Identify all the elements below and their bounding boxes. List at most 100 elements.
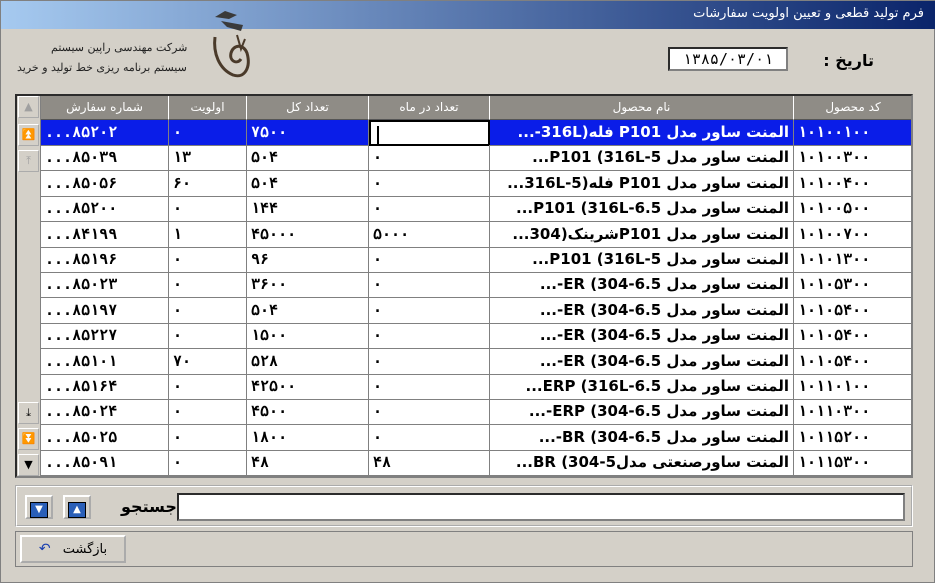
- cell-product-name[interactable]: المنت ساور مدل P101 فله(316L-5...: [490, 170, 794, 197]
- cell-order-no[interactable]: ...۸۴۱۹۹: [41, 221, 169, 248]
- cell-product-name[interactable]: المنت ساورصنعتی مدلBR (304-5...: [490, 450, 794, 476]
- cell-total-qty[interactable]: ۱۴۴: [247, 196, 369, 223]
- table-row[interactable]: ...۸۵۱۶۴ ۰ ۴۲۵۰۰ ۰ المنت ساور مدل ERP (316L-…: [41, 374, 911, 400]
- cell-priority[interactable]: ۰: [169, 196, 247, 223]
- cell-priority[interactable]: ۰: [169, 297, 247, 324]
- back-button[interactable]: ↶ بازگشت: [20, 535, 126, 563]
- table-row[interactable]: ...۸۴۱۹۹ ۱ ۴۵۰۰۰ ۵۰۰۰ المنت ساور مدل P101شری…: [41, 221, 911, 248]
- cell-order-no[interactable]: ...۸۵۲۰۰: [41, 196, 169, 223]
- page-down-icon[interactable]: ⤓: [18, 402, 39, 424]
- cell-product-code[interactable]: ۱۰۱۱۵۳۰۰: [794, 450, 911, 476]
- cell-product-name[interactable]: المنت ساور مدل P101شرینک(304...: [490, 221, 794, 248]
- scroll-down-icon[interactable]: ▼: [18, 454, 39, 476]
- cell-monthly-qty[interactable]: ۰: [369, 272, 490, 299]
- cell-monthly-qty[interactable]: ۰: [369, 424, 490, 451]
- cell-total-qty[interactable]: ۳۶۰۰: [247, 272, 369, 299]
- cell-priority[interactable]: ۰: [169, 323, 247, 350]
- cell-monthly-qty[interactable]: ۰: [369, 323, 490, 350]
- cell-order-no[interactable]: ...۸۵۰۲۴: [41, 399, 169, 426]
- table-row[interactable]: ...۸۵۰۲۴ ۰ ۴۵۰۰ ۰ المنت ساور مدل ERP (304-6.…: [41, 399, 911, 426]
- cell-product-name[interactable]: المنت ساور مدل P101 (316L-6.5...: [490, 196, 794, 223]
- table-row[interactable]: ...۸۵۰۵۶ ۶۰ ۵۰۴ ۰ المنت ساور مدل P101 فله(31…: [41, 170, 911, 197]
- cell-product-name[interactable]: المنت ساور مدل ERP (316L-6.5...: [490, 374, 794, 400]
- cell-total-qty[interactable]: ۵۲۸: [247, 348, 369, 375]
- cell-priority[interactable]: ۰: [169, 399, 247, 426]
- header-product-name[interactable]: نام محصول: [490, 96, 794, 120]
- cell-order-no[interactable]: ...۸۵۲۲۷: [41, 323, 169, 350]
- table-row[interactable]: ...۸۵۱۹۶ ۰ ۹۶ ۰ المنت ساور مدل P101 (316L-5.…: [41, 247, 911, 273]
- last-record-icon[interactable]: ⏬: [18, 428, 39, 450]
- cell-order-no[interactable]: ...۸۵۰۹۱: [41, 450, 169, 476]
- table-row[interactable]: ...۸۵۰۲۵ ۰ ۱۸۰۰ ۰ المنت ساور مدل BR (304-6.5…: [41, 424, 911, 451]
- cell-product-code[interactable]: ۱۰۱۰۱۳۰۰: [794, 247, 911, 273]
- table-row[interactable]: ...۸۵۱۹۷ ۰ ۵۰۴ ۰ المنت ساور مدل ER (304-6.5-…: [41, 297, 911, 324]
- cell-monthly-qty[interactable]: ۰: [369, 399, 490, 426]
- cell-order-no[interactable]: ...۸۵۱۰۱: [41, 348, 169, 375]
- cell-product-name[interactable]: المنت ساور مدل P101 فله(316L-...: [490, 120, 794, 146]
- grid-vertical-scrollbar[interactable]: ▲ ⏫ ⤒ ⤓ ⏬ ▼: [17, 96, 41, 476]
- first-record-icon[interactable]: ⏫: [18, 124, 39, 146]
- prev-match-button[interactable]: ▲: [63, 495, 91, 519]
- cell-priority[interactable]: ۱: [169, 221, 247, 248]
- header-order-no[interactable]: شماره سفارش: [41, 96, 169, 120]
- cell-total-qty[interactable]: ۱۵۰۰: [247, 323, 369, 350]
- cell-product-code[interactable]: ۱۰۱۱۵۲۰۰: [794, 425, 911, 451]
- cell-monthly-qty[interactable]: ۰: [369, 196, 490, 223]
- cell-order-no[interactable]: ...۸۵۰۲۳: [41, 272, 169, 299]
- cell-priority[interactable]: ۷۰: [169, 348, 247, 375]
- cell-product-name[interactable]: المنت ساور مدل BR (304-6.5-...: [490, 424, 794, 451]
- cell-monthly-qty[interactable]: ۴۸: [369, 450, 490, 476]
- cell-total-qty[interactable]: ۴۵۰۰۰: [247, 221, 369, 248]
- cell-product-name[interactable]: المنت ساور مدل ER (304-6.5-...: [490, 297, 794, 324]
- cell-priority[interactable]: ۶۰: [169, 170, 247, 197]
- header-monthly-qty[interactable]: تعداد در ماه: [369, 96, 490, 120]
- cell-order-no[interactable]: ...۸۵۱۹۷: [41, 297, 169, 324]
- cell-monthly-qty[interactable]: ۰: [369, 247, 490, 273]
- cell-product-code[interactable]: ۱۰۱۰۵۴۰۰: [794, 349, 911, 375]
- cell-priority[interactable]: ۰: [169, 247, 247, 273]
- table-row[interactable]: ...۸۵۰۹۱ ۰ ۴۸ ۴۸ المنت ساورصنعتی مدلBR (304-…: [41, 450, 911, 476]
- cell-product-code[interactable]: ۱۰۱۱۰۳۰۰: [794, 399, 911, 426]
- cell-priority[interactable]: ۰: [169, 424, 247, 451]
- cell-total-qty[interactable]: ۱۸۰۰: [247, 424, 369, 451]
- cell-product-name[interactable]: المنت ساور مدل ER (304-6.5-...: [490, 348, 794, 375]
- cell-order-no[interactable]: ...۸۵۰۳۹: [41, 145, 169, 172]
- table-row[interactable]: ...۸۵۰۳۹ ۱۳ ۵۰۴ ۰ المنت ساور مدل P101 (316L-…: [41, 145, 911, 172]
- next-match-button[interactable]: ▼: [25, 495, 53, 519]
- cell-order-no[interactable]: ...۸۵۱۹۶: [41, 247, 169, 273]
- cell-order-no[interactable]: ...۸۵۱۶۴: [41, 374, 169, 400]
- table-row[interactable]: ...۸۵۲۲۷ ۰ ۱۵۰۰ ۰ المنت ساور مدل ER (304-6.5…: [41, 323, 911, 350]
- table-row[interactable]: ...۸۵۲۰۲ ۰ ۷۵۰۰ المنت ساور مدل P101 فله(316…: [41, 120, 911, 146]
- cell-monthly-qty[interactable]: ۵۰۰۰: [369, 221, 490, 248]
- cell-monthly-qty[interactable]: ۰: [369, 145, 490, 172]
- cell-product-code[interactable]: ۱۰۱۰۵۳۰۰: [794, 272, 911, 299]
- header-product-code[interactable]: کد محصول: [794, 96, 911, 120]
- cell-order-no[interactable]: ...۸۵۰۵۶: [41, 170, 169, 197]
- cell-product-code[interactable]: ۱۰۱۱۰۱۰۰: [794, 374, 911, 400]
- cell-priority[interactable]: ۰: [169, 120, 247, 146]
- cell-product-name[interactable]: المنت ساور مدل P101 (316L-5...: [490, 247, 794, 273]
- cell-product-name[interactable]: المنت ساور مدل ER (304-6.5-...: [490, 272, 794, 299]
- cell-priority[interactable]: ۱۳: [169, 145, 247, 172]
- cell-product-name[interactable]: المنت ساور مدل ER (304-6.5-...: [490, 323, 794, 350]
- cell-order-no[interactable]: ...۸۵۲۰۲: [41, 120, 169, 146]
- cell-total-qty[interactable]: ۴۲۵۰۰: [247, 374, 369, 400]
- search-input[interactable]: [177, 493, 905, 521]
- cell-monthly-qty[interactable]: ۰: [369, 374, 490, 400]
- header-total-qty[interactable]: تعداد کل: [247, 96, 369, 120]
- cell-priority[interactable]: ۰: [169, 450, 247, 476]
- cell-monthly-qty[interactable]: ۰: [369, 297, 490, 324]
- cell-total-qty[interactable]: ۴۵۰۰: [247, 399, 369, 426]
- header-priority[interactable]: اولویت: [169, 96, 247, 120]
- cell-product-code[interactable]: ۱۰۱۰۰۵۰۰: [794, 196, 911, 223]
- cell-product-name[interactable]: المنت ساور مدل P101 (316L-5...: [490, 145, 794, 172]
- page-up-icon[interactable]: ⤒: [18, 150, 39, 172]
- cell-product-code[interactable]: ۱۰۱۰۰۴۰۰: [794, 171, 911, 197]
- scroll-up-icon[interactable]: ▲: [18, 96, 39, 118]
- cell-product-code[interactable]: ۱۰۱۰۵۴۰۰: [794, 298, 911, 324]
- orders-grid[interactable]: ▲ ⏫ ⤒ ⤓ ⏬ ▼ شماره سفارش اولویت تعداد کل …: [15, 94, 913, 478]
- cell-order-no[interactable]: ...۸۵۰۲۵: [41, 424, 169, 451]
- table-row[interactable]: ...۸۵۰۲۳ ۰ ۳۶۰۰ ۰ المنت ساور مدل ER (304-6.5…: [41, 272, 911, 299]
- cell-product-code[interactable]: ۱۰۱۰۰۷۰۰: [794, 222, 911, 248]
- table-row[interactable]: ...۸۵۱۰۱ ۷۰ ۵۲۸ ۰ المنت ساور مدل ER (304-6.5…: [41, 348, 911, 375]
